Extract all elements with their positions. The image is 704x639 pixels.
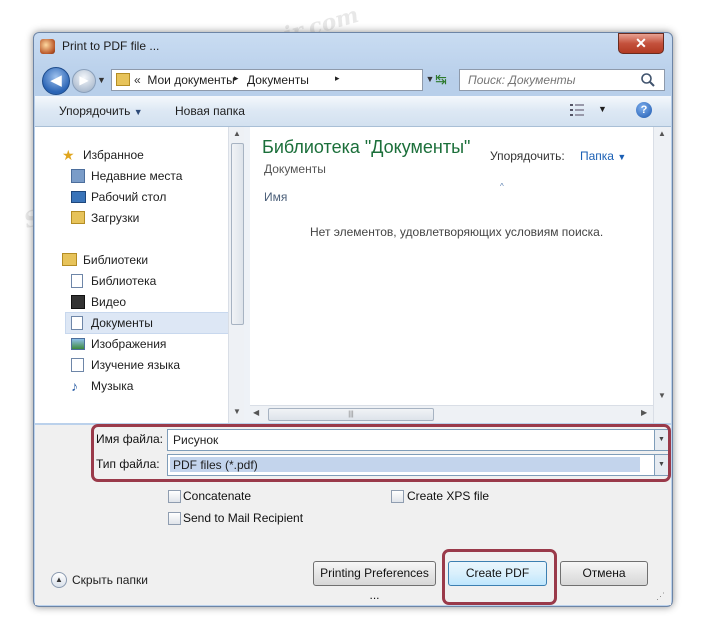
concatenate-checkbox[interactable] bbox=[168, 490, 181, 503]
create-xps-checkbox[interactable] bbox=[391, 490, 404, 503]
forward-button[interactable]: ▶ bbox=[72, 69, 96, 93]
refresh-icon: ↹ bbox=[435, 71, 447, 87]
breadcrumb: « Мои документы bbox=[134, 73, 235, 87]
desktop-icon bbox=[71, 191, 86, 203]
breadcrumb-overflow[interactable]: « bbox=[134, 73, 141, 87]
close-icon: ✕ bbox=[635, 35, 647, 51]
send-mail-checkbox[interactable] bbox=[168, 512, 181, 525]
libraries-icon bbox=[62, 253, 77, 266]
nav-item-label: Загрузки bbox=[91, 211, 140, 225]
nav-item-label: Видео bbox=[91, 295, 127, 309]
nav-item-label: Документы bbox=[91, 316, 153, 330]
organize-label: Упорядочить bbox=[59, 104, 131, 118]
scroll-up-icon[interactable]: ▲ bbox=[229, 129, 245, 138]
breadcrumb-arrow-icon[interactable]: ▸ bbox=[335, 73, 340, 84]
nav-item-label: Библиотека bbox=[91, 274, 157, 288]
create-xps-label[interactable]: Create XPS file bbox=[407, 489, 489, 503]
create-pdf-highlight-frame bbox=[442, 549, 557, 605]
nav-scrollbar[interactable]: ▲ ▼ bbox=[228, 127, 245, 423]
arrow-right-icon: ▶ bbox=[79, 73, 89, 87]
downloads-folder-icon bbox=[71, 211, 85, 224]
printing-preferences-button[interactable]: Printing Preferences ... bbox=[313, 561, 436, 602]
content-horizontal-scrollbar[interactable]: ◀ ||| ▶ bbox=[250, 405, 653, 423]
resize-grip-icon[interactable]: ⋰ bbox=[656, 591, 668, 603]
arrow-left-icon: ◀ bbox=[50, 72, 62, 89]
nav-libraries-label: Библиотеки bbox=[83, 253, 149, 267]
search-box[interactable] bbox=[459, 69, 665, 91]
close-button[interactable]: ✕ bbox=[618, 33, 664, 54]
new-folder-button[interactable]: Новая папка bbox=[175, 104, 245, 118]
content-pane: Библиотека "Документы" Документы Упорядо… bbox=[250, 127, 671, 423]
scroll-right-icon[interactable]: ▶ bbox=[641, 408, 647, 417]
arrange-by-value: Папка bbox=[580, 149, 614, 163]
scroll-left-icon[interactable]: ◀ bbox=[253, 408, 259, 417]
collapse-up-icon[interactable]: ▲ bbox=[51, 572, 67, 588]
column-header-name[interactable]: Имя bbox=[264, 190, 287, 204]
concatenate-label[interactable]: Concatenate bbox=[183, 489, 251, 503]
sort-caret-icon: ^ bbox=[500, 182, 504, 191]
nav-item-label: Изображения bbox=[91, 337, 167, 351]
search-input[interactable] bbox=[466, 72, 640, 88]
breadcrumb-documents[interactable]: Документы bbox=[247, 73, 309, 87]
scroll-down-icon[interactable]: ▼ bbox=[654, 391, 670, 400]
document-icon bbox=[71, 274, 83, 288]
video-icon bbox=[71, 295, 85, 309]
history-dropdown[interactable]: ▼ bbox=[97, 75, 106, 85]
empty-results-message: Нет элементов, удовлетворяющих условиям … bbox=[310, 225, 604, 239]
star-icon: ★ bbox=[62, 147, 75, 163]
documents-icon bbox=[71, 316, 83, 330]
scroll-up-icon[interactable]: ▲ bbox=[654, 129, 670, 138]
app-icon bbox=[40, 39, 55, 54]
library-subtitle: Документы bbox=[264, 162, 326, 176]
search-icon[interactable] bbox=[640, 72, 656, 88]
nav-favorites-label: Избранное bbox=[83, 148, 144, 162]
dialog-window: Print to PDF file ... ✕ ◀ ▶ ▼ « Мои доку… bbox=[33, 32, 673, 607]
horizontal-scroll-thumb[interactable]: ||| bbox=[268, 408, 434, 421]
organize-button[interactable]: Упорядочить ▼ bbox=[59, 104, 143, 118]
command-bar: Упорядочить ▼ Новая папка ▼ ? bbox=[35, 96, 671, 127]
folder-icon bbox=[116, 73, 130, 86]
library-title: Библиотека "Документы" bbox=[262, 137, 471, 157]
send-mail-label[interactable]: Send to Mail Recipient bbox=[183, 511, 303, 525]
content-vertical-scrollbar[interactable]: ▲ ▼ bbox=[653, 127, 671, 423]
nav-item-label: Изучение языка bbox=[91, 358, 181, 372]
hide-folders-button[interactable]: Скрыть папки bbox=[72, 573, 148, 587]
help-button[interactable]: ? bbox=[636, 102, 652, 118]
nav-item-label: Рабочий стол bbox=[91, 190, 167, 204]
recent-places-icon bbox=[71, 169, 85, 183]
window-title: Print to PDF file ... bbox=[62, 39, 160, 53]
navigation-pane: ★ Избранное Недавние места Рабочий стол … bbox=[35, 127, 244, 423]
scroll-down-icon[interactable]: ▼ bbox=[229, 407, 245, 416]
chevron-down-icon: ▼ bbox=[133, 107, 143, 117]
refresh-button[interactable]: ↹ bbox=[431, 70, 451, 88]
view-dropdown[interactable]: ▼ bbox=[598, 104, 607, 114]
nav-scroll-thumb[interactable] bbox=[231, 143, 244, 325]
images-icon bbox=[71, 338, 85, 350]
arrange-by-dropdown[interactable]: Папка ▼ bbox=[580, 149, 626, 163]
chevron-down-icon: ▼ bbox=[617, 152, 627, 162]
nav-item-label: Недавние места bbox=[91, 169, 183, 183]
address-bar[interactable]: « Мои документы ▸ Документы ▸ bbox=[111, 69, 423, 91]
arrange-by-label: Упорядочить: bbox=[490, 149, 565, 163]
nav-item-label: Музыка bbox=[91, 379, 134, 393]
fields-highlight-frame bbox=[91, 424, 671, 482]
view-options-icon[interactable] bbox=[569, 103, 585, 117]
document-icon bbox=[71, 358, 84, 372]
title-bar[interactable]: Print to PDF file ... ✕ bbox=[34, 33, 672, 59]
back-button[interactable]: ◀ bbox=[42, 67, 70, 95]
music-icon: ♪ bbox=[71, 378, 78, 394]
breadcrumb-arrow-icon[interactable]: ▸ bbox=[234, 73, 239, 84]
breadcrumb-my-documents[interactable]: Мои документы bbox=[147, 73, 234, 87]
cancel-button[interactable]: Отмена bbox=[560, 561, 648, 586]
